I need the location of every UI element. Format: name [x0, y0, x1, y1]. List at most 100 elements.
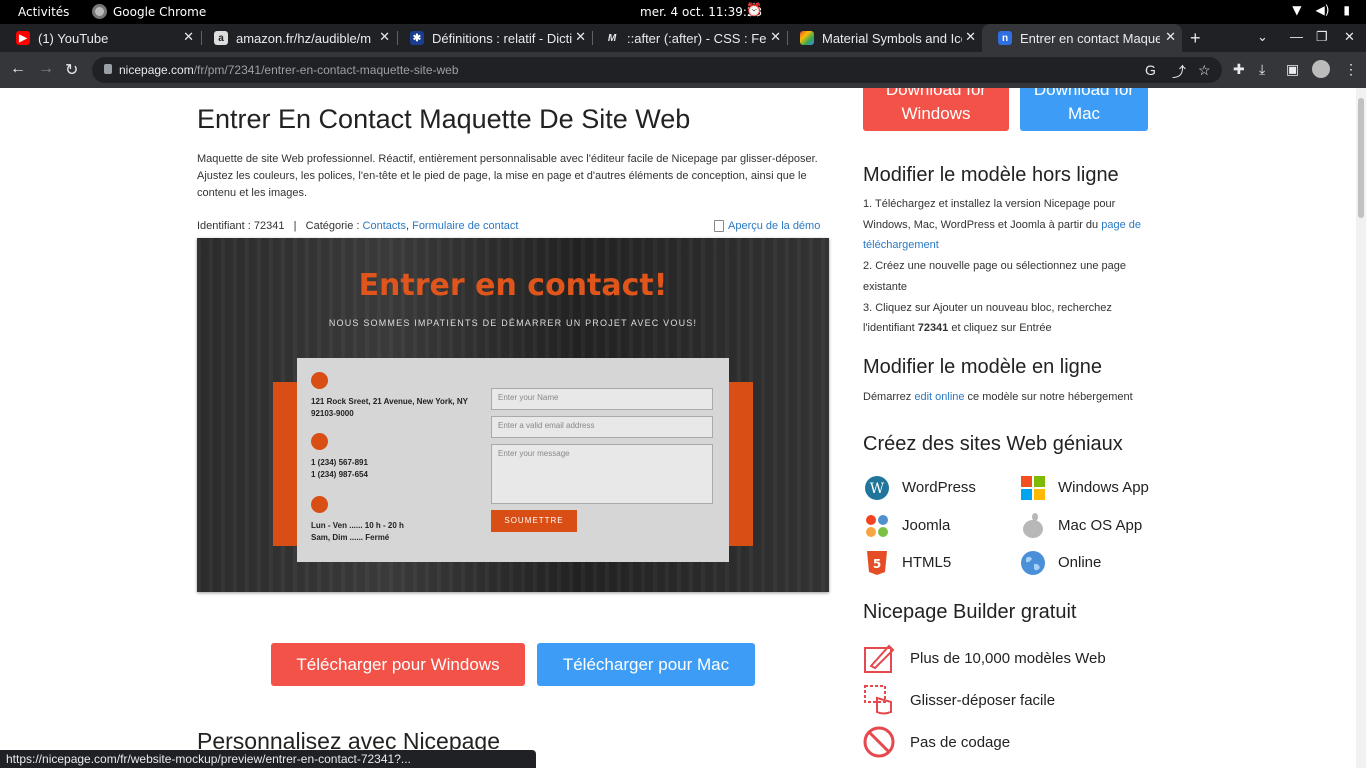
tab-title: ::after (:after) - CSS : Feu	[627, 30, 767, 46]
platform-wordpress[interactable]: W WordPress	[863, 474, 976, 501]
preview-hours-2: Sam, Dim ...... Fermé	[311, 533, 390, 542]
demo-preview-link[interactable]: Aperçu de la démo	[714, 220, 820, 232]
category-link-contacts[interactable]: Contacts	[363, 220, 406, 232]
tab-youtube[interactable]: ▶ (1) YouTube ✕	[0, 24, 200, 52]
preview-message-input: Enter your message	[491, 444, 713, 504]
tab-material-symbols[interactable]: Material Symbols and Icon ✕	[784, 24, 982, 52]
tab-strip: ▶ (1) YouTube ✕ a amazon.fr/hz/audible/m…	[0, 24, 1366, 52]
minimize-icon[interactable]: —	[1290, 29, 1303, 44]
preview-subtitle: NOUS SOMMES IMPATIENTS DE DÉMARRER UN PR…	[328, 318, 698, 328]
close-icon[interactable]: ✕	[770, 29, 781, 45]
battery-icon: ▮	[1343, 3, 1350, 17]
tab-title: (1) YouTube	[38, 30, 109, 46]
browser-toolbar: ← → ↻ nicepage.com/fr/pm/72341/entrer-en…	[0, 52, 1366, 88]
download-windows-button[interactable]: Télécharger pour Windows	[271, 643, 525, 686]
sidebar-download-mac-button[interactable]: Download for Mac	[1020, 88, 1148, 131]
system-top-bar: Activités Google Chrome mer. 4 oct. 11:3…	[0, 0, 1366, 24]
status-bar-url: https://nicepage.com/fr/website-mockup/p…	[0, 750, 536, 768]
menu-icon[interactable]: ⋮	[1344, 61, 1358, 78]
chrome-icon	[92, 4, 107, 19]
no-coding-icon	[863, 726, 896, 759]
bookmark-star-icon[interactable]: ☆	[1198, 62, 1211, 79]
joomla-icon	[863, 512, 890, 539]
page-title: Entrer En Contact Maquette De Site Web	[197, 104, 691, 134]
globe-icon	[1019, 549, 1046, 576]
template-preview-image[interactable]: Entrer en contact! NOUS SOMMES IMPATIENT…	[197, 238, 829, 592]
avatar[interactable]	[1312, 60, 1330, 78]
edit-online-link[interactable]: edit online	[914, 391, 964, 403]
preview-title: Entrer en contact!	[358, 268, 668, 303]
close-icon[interactable]: ✕	[575, 29, 586, 45]
offline-edit-steps: 1. Téléchargez et installez la version N…	[863, 198, 1141, 335]
platform-online[interactable]: Online	[1019, 549, 1101, 576]
system-tray[interactable]: ▼ ◀) ▮	[1292, 3, 1350, 17]
preview-phone-1: 1 (234) 567-891	[311, 458, 368, 467]
preview-address: 121 Rock Sreet, 21 Avenue, New York, NY …	[311, 397, 468, 418]
tab-title: amazon.fr/hz/audible/m	[236, 30, 372, 46]
window-close-icon[interactable]: ✕	[1344, 29, 1355, 45]
category-label: Catégorie :	[305, 220, 360, 232]
drag-drop-icon	[863, 684, 896, 717]
tab-amazon[interactable]: a amazon.fr/hz/audible/m ✕	[198, 24, 396, 52]
google-icon[interactable]: G	[1145, 62, 1156, 78]
location-icon	[311, 372, 328, 389]
preview-email-input: Enter a valid email address	[491, 416, 713, 438]
platform-joomla[interactable]: Joomla	[863, 512, 950, 539]
platform-macos-app[interactable]: Mac OS App	[1019, 512, 1142, 539]
template-meta: Identifiant : 72341 | Catégorie : Contac…	[197, 220, 519, 232]
demo-link-label: Aperçu de la démo	[728, 220, 821, 232]
preview-phone-2: 1 (234) 987-654	[311, 470, 368, 479]
templates-icon	[863, 642, 896, 675]
tab-mdn[interactable]: M ::after (:after) - CSS : Feu ✕	[589, 24, 787, 52]
share-icon[interactable]: ⤴	[1172, 62, 1186, 82]
preview-name-input: Enter your Name	[491, 388, 713, 410]
side-panel-icon[interactable]: ▣	[1286, 61, 1299, 78]
platform-html5[interactable]: 5 HTML5	[863, 549, 951, 576]
tab-dictionary[interactable]: ✱ Définitions : relatif - Dicti ✕	[394, 24, 592, 52]
reload-icon[interactable]: ↻	[65, 60, 78, 80]
feature-drag-drop: Glisser-déposer facile	[863, 684, 1055, 717]
feature-no-coding: Pas de codage	[863, 726, 1010, 759]
builder-title: Nicepage Builder gratuit	[863, 601, 1077, 623]
new-tab-button[interactable]: +	[1190, 28, 1201, 49]
app-menu[interactable]: Google Chrome	[92, 4, 206, 19]
close-icon[interactable]: ✕	[183, 29, 194, 45]
phone-icon	[311, 433, 328, 450]
url-text: nicepage.com/fr/pm/72341/entrer-en-conta…	[119, 63, 459, 77]
platform-windows-app[interactable]: Windows App	[1019, 474, 1149, 501]
tab-nicepage-active[interactable]: n Entrer en contact Maquet ✕	[982, 24, 1182, 52]
feature-templates: Plus de 10,000 modèles Web	[863, 642, 1106, 675]
svg-text:5: 5	[872, 557, 880, 571]
page-content: Entrer En Contact Maquette De Site Web M…	[0, 88, 1356, 768]
close-icon[interactable]: ✕	[965, 29, 976, 45]
page-scrollbar[interactable]	[1356, 88, 1366, 768]
tab-search-icon[interactable]: ⌄	[1257, 29, 1268, 45]
back-icon[interactable]: ←	[10, 60, 26, 78]
close-icon[interactable]: ✕	[379, 29, 390, 45]
volume-icon: ◀)	[1315, 3, 1330, 17]
address-bar[interactable]: nicepage.com/fr/pm/72341/entrer-en-conta…	[92, 57, 1222, 83]
online-edit-title: Modifier le modèle en ligne	[863, 356, 1103, 378]
clock[interactable]: mer. 4 oct. 11:39:23	[640, 5, 762, 19]
download-mac-button[interactable]: Télécharger pour Mac	[537, 643, 755, 686]
extensions-icon[interactable]: ✚	[1233, 61, 1245, 78]
amazon-icon: a	[214, 31, 228, 45]
offline-edit-title: Modifier le modèle hors ligne	[863, 164, 1119, 186]
svg-text:W: W	[869, 481, 884, 497]
preview-hours-1: Lun - Ven ...... 10 h - 20 h	[311, 521, 404, 530]
download-icon[interactable]: ⤓	[1259, 61, 1265, 78]
sidebar-download-windows-button[interactable]: Download for Windows	[863, 88, 1009, 131]
forward-icon[interactable]: →	[38, 60, 54, 78]
wordpress-icon: W	[863, 474, 890, 501]
close-icon[interactable]: ✕	[1165, 29, 1176, 45]
online-edit-text: Démarrez edit online ce modèle sur notre…	[863, 391, 1133, 403]
category-link-form[interactable]: Formulaire de contact	[412, 220, 518, 232]
restore-icon[interactable]: ❐	[1316, 29, 1328, 45]
create-sites-title: Créez des sites Web géniaux	[863, 433, 1123, 455]
scrollbar-thumb[interactable]	[1358, 98, 1364, 218]
dictionary-icon: ✱	[410, 31, 424, 45]
lock-icon[interactable]	[104, 64, 112, 74]
preview-contact-card: 121 Rock Sreet, 21 Avenue, New York, NY …	[297, 358, 729, 562]
activities-button[interactable]: Activités	[18, 5, 69, 19]
tab-title: Définitions : relatif - Dicti	[432, 30, 572, 46]
